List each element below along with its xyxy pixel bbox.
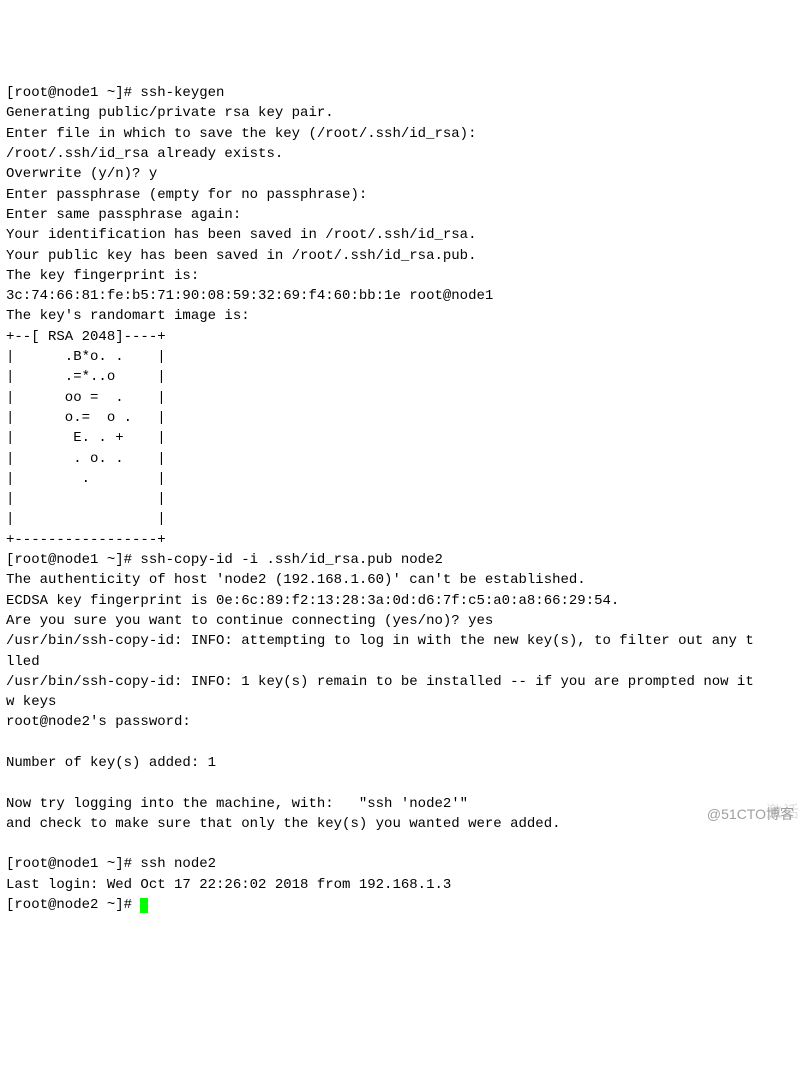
- terminal-line: Enter passphrase (empty for no passphras…: [6, 185, 794, 205]
- terminal-line: and check to make sure that only the key…: [6, 814, 794, 834]
- terminal-line: 3c:74:66:81:fe:b5:71:90:08:59:32:69:f4:6…: [6, 286, 794, 306]
- terminal-line: | . o. . |: [6, 449, 794, 469]
- terminal-line: Enter same passphrase again:: [6, 205, 794, 225]
- terminal-line: The authenticity of host 'node2 (192.168…: [6, 570, 794, 590]
- terminal-line: | o.= o . |: [6, 408, 794, 428]
- terminal-line: [root@node1 ~]# ssh-copy-id -i .ssh/id_r…: [6, 550, 794, 570]
- terminal-line: +--[ RSA 2048]----+: [6, 327, 794, 347]
- terminal-line: Number of key(s) added: 1: [6, 753, 794, 773]
- terminal-line: /root/.ssh/id_rsa already exists.: [6, 144, 794, 164]
- terminal-line: | |: [6, 489, 794, 509]
- terminal-line: Now try logging into the machine, with: …: [6, 794, 794, 814]
- terminal-line: [root@node1 ~]# ssh node2: [6, 854, 794, 874]
- terminal-line: +-----------------+: [6, 530, 794, 550]
- terminal-line: | .=*..o |: [6, 367, 794, 387]
- terminal-line: Overwrite (y/n)? y: [6, 164, 794, 184]
- terminal-line: Generating public/private rsa key pair.: [6, 103, 794, 123]
- terminal-line: | E. . + |: [6, 428, 794, 448]
- terminal-line: The key fingerprint is:: [6, 266, 794, 286]
- terminal-line: /usr/bin/ssh-copy-id: INFO: 1 key(s) rem…: [6, 672, 794, 692]
- terminal-line: Your identification has been saved in /r…: [6, 225, 794, 245]
- terminal-line: Enter file in which to save the key (/ro…: [6, 124, 794, 144]
- terminal-line: w keys: [6, 692, 794, 712]
- terminal-line: [6, 834, 794, 854]
- terminal-line: | |: [6, 509, 794, 529]
- terminal-line: [root@node1 ~]# ssh-keygen: [6, 83, 794, 103]
- terminal-prompt-line[interactable]: [root@node2 ~]#: [6, 895, 794, 915]
- watermark-text: @51CTO博客: [707, 804, 794, 824]
- terminal-line: ECDSA key fingerprint is 0e:6c:89:f2:13:…: [6, 591, 794, 611]
- terminal-line: Your public key has been saved in /root/…: [6, 246, 794, 266]
- cursor-block: [140, 898, 148, 913]
- shell-prompt: [root@node2 ~]#: [6, 897, 140, 913]
- terminal-line: Last login: Wed Oct 17 22:26:02 2018 fro…: [6, 875, 794, 895]
- terminal-line: | . |: [6, 469, 794, 489]
- terminal-line: [6, 733, 794, 753]
- terminal-line: lled: [6, 652, 794, 672]
- terminal-line: | oo = . |: [6, 388, 794, 408]
- terminal-line: [6, 773, 794, 793]
- terminal-line: /usr/bin/ssh-copy-id: INFO: attempting t…: [6, 631, 794, 651]
- terminal-line: Are you sure you want to continue connec…: [6, 611, 794, 631]
- terminal-output[interactable]: [root@node1 ~]# ssh-keygenGenerating pub…: [6, 83, 794, 895]
- terminal-line: root@node2's password:: [6, 712, 794, 732]
- terminal-line: The key's randomart image is:: [6, 306, 794, 326]
- terminal-line: | .B*o. . |: [6, 347, 794, 367]
